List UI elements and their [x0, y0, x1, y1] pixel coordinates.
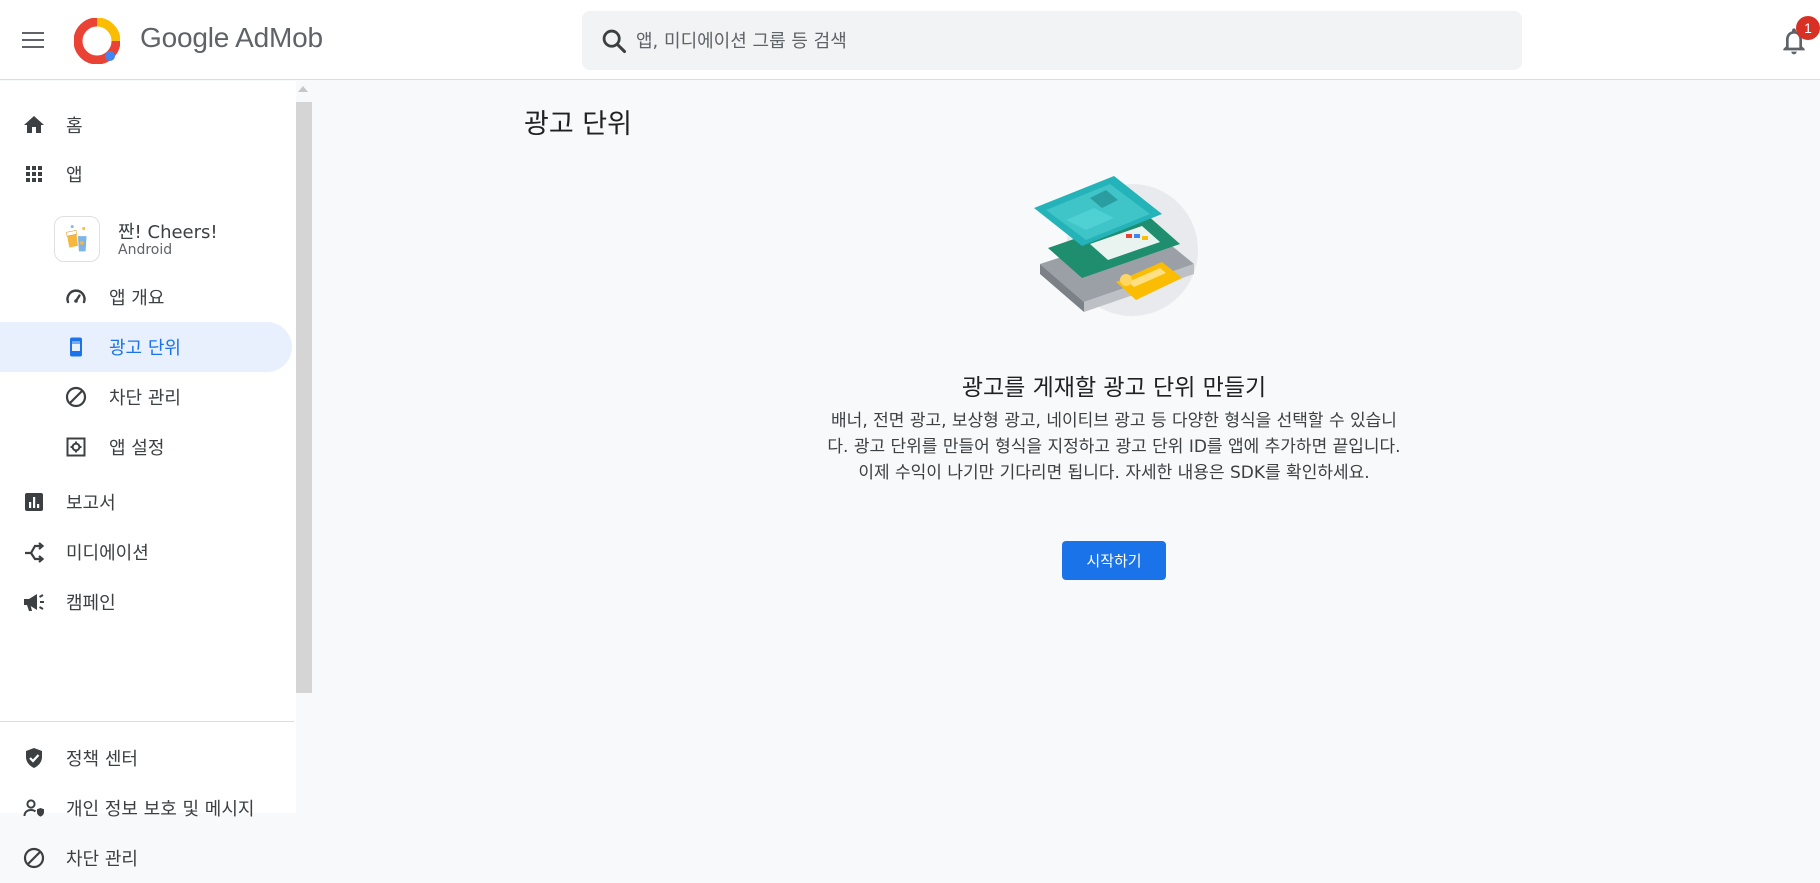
megaphone-icon	[24, 594, 44, 611]
nav-item-campaigns[interactable]: 캠페인	[0, 577, 292, 627]
nav-label: 개인 정보 보호 및 메시지	[66, 799, 255, 820]
page-title: 광고 단위	[524, 109, 632, 140]
nav-label: 차단 관리	[66, 849, 138, 870]
nav-item-app-settings[interactable]: 앱 설정	[0, 422, 292, 472]
app-entry[interactable]: 짠! Cheers! Android	[52, 216, 292, 270]
nav-label: 앱 설정	[109, 438, 165, 459]
nav-item-ad-units[interactable]: 광고 단위	[0, 322, 292, 372]
side-navigation: 홈 앱 짠! Cheers! Android 앱 개요 광고 단위 차단 관리 …	[0, 81, 296, 870]
nav-item-policy-center[interactable]: 정책 센터	[0, 733, 292, 783]
nav-item-home[interactable]: 홈	[0, 100, 292, 150]
notification-badge: 1	[1796, 16, 1820, 40]
block-icon	[23, 847, 45, 869]
settings-icon	[66, 437, 86, 457]
mediation-icon	[25, 542, 45, 563]
search-icon	[602, 29, 627, 54]
nav-item-app-blocking[interactable]: 차단 관리	[0, 372, 292, 422]
search-input[interactable]	[636, 23, 1496, 59]
phone-icon	[70, 337, 82, 357]
shield-check-icon	[26, 748, 42, 768]
speedometer-icon	[66, 289, 86, 304]
nav-label: 정책 센터	[66, 749, 138, 770]
ad-units-illustration	[1034, 176, 1198, 316]
nav-label: 앱 개요	[109, 288, 165, 309]
sidebar-scrollbar[interactable]	[296, 102, 312, 693]
apps-grid-icon	[26, 166, 42, 182]
brand-name[interactable]: Google AdMob	[140, 22, 323, 54]
nav-item-app-overview[interactable]: 앱 개요	[0, 272, 292, 322]
app-name: 짠! Cheers!	[118, 222, 218, 243]
nav-label: 차단 관리	[109, 388, 181, 409]
scrollbar-up-arrow[interactable]	[298, 86, 308, 92]
nav-item-reports[interactable]: 보고서	[0, 477, 292, 527]
nav-divider	[0, 721, 294, 722]
app-platform: Android	[118, 242, 173, 258]
admob-logo-icon[interactable]	[74, 18, 120, 64]
nav-label: 광고 단위	[109, 338, 181, 359]
nav-item-privacy-messaging[interactable]: 개인 정보 보호 및 메시지	[0, 783, 292, 833]
top-app-bar: Google AdMob 1	[0, 0, 1820, 80]
empty-state-description: 배너, 전면 광고, 보상형 광고, 네이티브 광고 등 다양한 형식을 선택할…	[827, 411, 1401, 483]
nav-label: 보고서	[66, 493, 116, 514]
nav-label: 미디에이션	[66, 543, 149, 564]
home-icon	[24, 116, 44, 133]
nav-item-apps[interactable]: 앱	[0, 149, 292, 199]
menu-icon[interactable]	[18, 24, 50, 56]
block-icon	[65, 386, 87, 408]
nav-item-mediation[interactable]: 미디에이션	[0, 527, 292, 577]
nav-item-blocking[interactable]: 차단 관리	[0, 833, 292, 883]
nav-label: 캠페인	[66, 593, 116, 614]
app-icon	[54, 216, 100, 262]
empty-state-title: 광고를 게재할 광고 단위 만들기	[961, 375, 1267, 401]
get-started-button[interactable]: 시작하기	[1062, 541, 1166, 580]
nav-label: 홈	[66, 116, 83, 137]
search-bar[interactable]	[582, 11, 1522, 70]
bar-chart-icon	[25, 493, 43, 511]
nav-label: 앱	[66, 165, 83, 186]
privacy-icon	[23, 799, 44, 817]
